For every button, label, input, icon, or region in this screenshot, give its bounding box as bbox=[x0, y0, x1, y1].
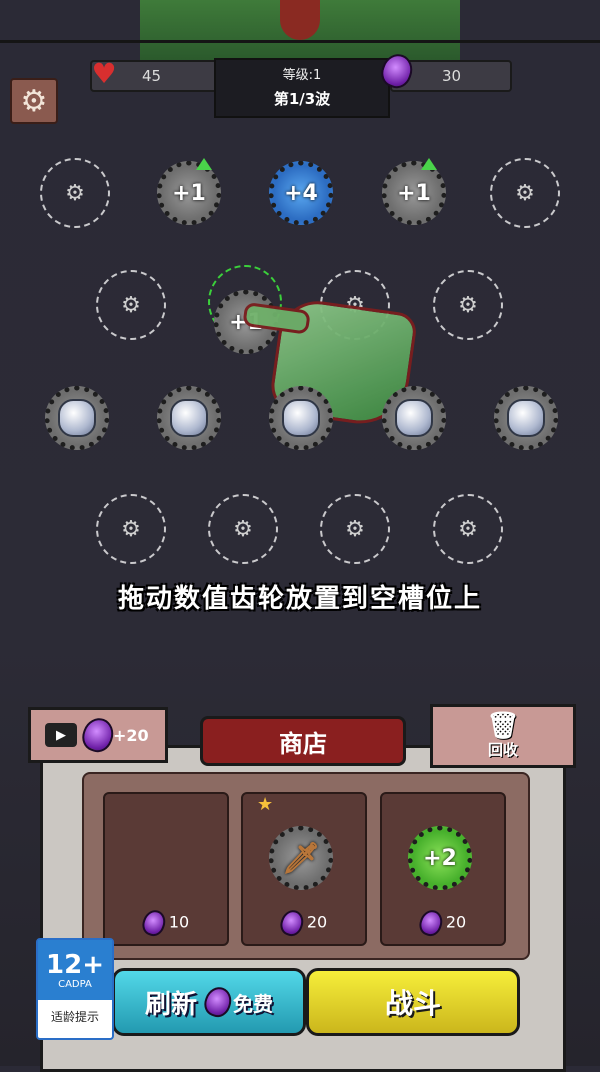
wave-panel: 等级:1 第1/3波 bbox=[214, 58, 390, 118]
refresh-cost: 免费 bbox=[233, 991, 273, 1016]
sword-icon: 🗡 bbox=[281, 840, 321, 876]
upgrade-arrow-icon bbox=[421, 158, 437, 170]
trash-icon: 🗑 bbox=[486, 710, 520, 741]
gem-counter: 30 bbox=[377, 49, 512, 93]
crystal-gear[interactable] bbox=[45, 386, 109, 450]
wave-label: 第1/3波 bbox=[273, 90, 331, 108]
enemy-boss bbox=[280, 0, 320, 40]
video-camera-icon: ▶ bbox=[45, 723, 77, 747]
crystal-icon bbox=[395, 399, 433, 437]
upgrade-arrow-icon bbox=[196, 158, 212, 170]
shop-item-slot[interactable]: +2 20 bbox=[380, 792, 506, 946]
age-rating-label: 适龄提示 bbox=[50, 1010, 99, 1024]
gear-value: +1 bbox=[172, 180, 206, 206]
gem-icon bbox=[416, 907, 446, 939]
fight-button[interactable]: 战斗 bbox=[306, 968, 520, 1036]
crystal-icon bbox=[58, 399, 96, 437]
empty-slot[interactable]: ⚙ bbox=[320, 494, 390, 564]
fight-label: 战斗 bbox=[384, 987, 441, 1020]
rating-org: CADPA bbox=[58, 978, 92, 990]
crystal-gear[interactable] bbox=[157, 386, 221, 450]
empty-slot[interactable]: ⚙ bbox=[96, 494, 166, 564]
gem-icon bbox=[277, 907, 307, 939]
shop-title: 商店 bbox=[200, 716, 406, 766]
gear-tile[interactable]: +4 bbox=[269, 161, 333, 225]
crystal-gear[interactable] bbox=[269, 386, 333, 450]
watch-video-button[interactable]: ▶ +20 bbox=[28, 707, 168, 763]
age-rating: 12+ bbox=[46, 949, 104, 980]
item-price: 20 bbox=[243, 907, 365, 939]
gear-tile: +2 bbox=[408, 826, 472, 890]
heart-icon: ♥ bbox=[91, 57, 117, 90]
crystal-gear[interactable] bbox=[494, 386, 558, 450]
empty-slot[interactable]: ⚙ bbox=[208, 494, 278, 564]
crystal-gear[interactable] bbox=[382, 386, 446, 450]
recycle-label: 回收 bbox=[487, 740, 518, 759]
star-icon: ★ bbox=[257, 794, 274, 815]
gear-value: +1 bbox=[397, 180, 431, 206]
gem-icon bbox=[200, 983, 236, 1021]
gear-value: +4 bbox=[284, 180, 318, 206]
item-price: 20 bbox=[382, 907, 504, 939]
gem-value: 30 bbox=[442, 67, 462, 85]
settings-button[interactable]: ⚙ bbox=[10, 78, 58, 124]
gear-icon: ⚙ bbox=[20, 83, 48, 119]
video-reward: +20 bbox=[113, 725, 149, 745]
gear-tile[interactable]: +1 bbox=[382, 158, 446, 225]
refresh-button[interactable]: 刷新 免费 bbox=[112, 968, 306, 1036]
crystal-icon bbox=[507, 399, 545, 437]
item-price: 10 bbox=[105, 907, 227, 939]
health-value: 45 bbox=[142, 67, 162, 85]
empty-slot[interactable]: ⚙ bbox=[433, 494, 503, 564]
crystal-icon bbox=[170, 399, 208, 437]
shop-item-slot[interactable]: ★ 🗡 20 bbox=[241, 792, 367, 946]
empty-slot[interactable]: ⚙ bbox=[96, 270, 166, 340]
gem-icon bbox=[139, 907, 169, 939]
tutorial-hint: 拖动数值齿轮放置到空槽位上 bbox=[117, 584, 482, 614]
shop-item-slot[interactable]: 10 bbox=[103, 792, 229, 946]
refresh-label: 刷新 bbox=[144, 989, 197, 1020]
crystal-icon bbox=[282, 399, 320, 437]
age-rating-badge: 12+ CADPA 适龄提示 bbox=[36, 938, 114, 1040]
gear-tile[interactable]: +1 bbox=[157, 158, 221, 225]
empty-slot[interactable]: ⚙ bbox=[490, 158, 560, 228]
empty-slot[interactable]: ⚙ bbox=[433, 270, 503, 340]
recycle-button[interactable]: 🗑 回收 bbox=[430, 704, 576, 768]
gem-icon bbox=[78, 713, 118, 757]
level-label: 等级:1 bbox=[282, 68, 322, 83]
empty-slot[interactable]: ⚙ bbox=[40, 158, 110, 228]
sword-gear: 🗡 bbox=[269, 826, 333, 890]
